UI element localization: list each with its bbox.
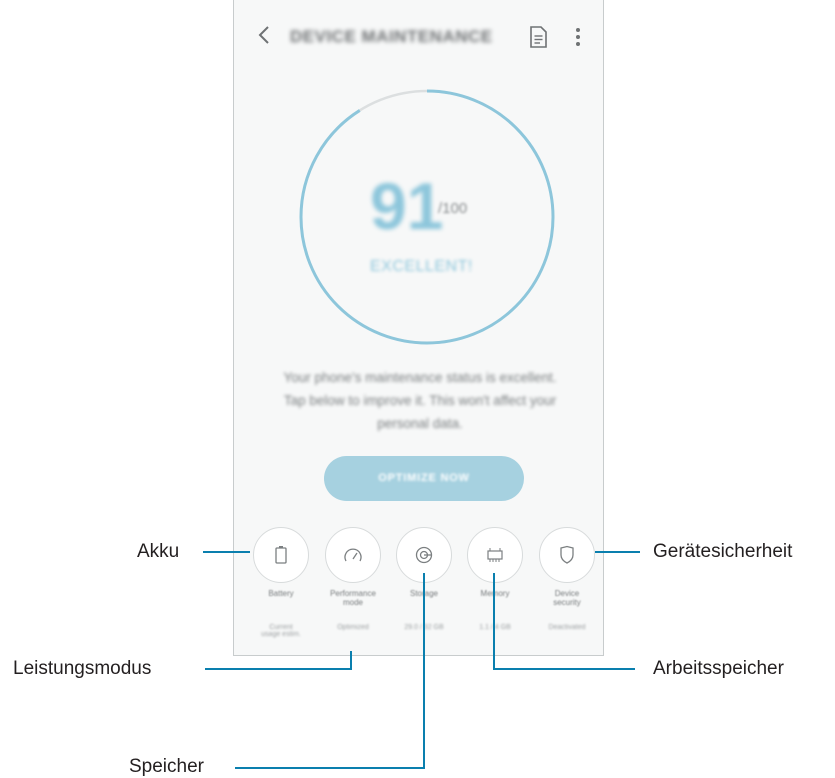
speicher-leader — [235, 573, 425, 769]
leistungsmodus-leader — [205, 651, 352, 670]
callout-leistungsmodus: Leistungsmodus — [13, 658, 152, 679]
callout-arbeitsspeicher: Arbeitsspeicher — [653, 658, 784, 679]
arbeitsspeicher-leader — [493, 573, 635, 670]
callout-speicher: Speicher — [129, 756, 204, 777]
callout-geraetesicherheit: Gerätesicherheit — [653, 541, 793, 562]
callout-akku: Akku — [137, 541, 180, 562]
